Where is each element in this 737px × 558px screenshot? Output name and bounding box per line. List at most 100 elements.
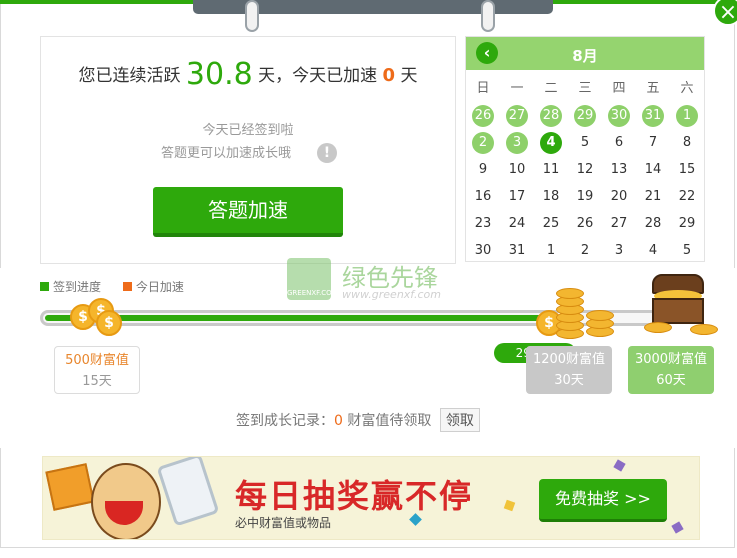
calendar-week-row: 30 31 1 2 3 4 5: [466, 237, 704, 264]
calendar-week-row: 26 27 28 29 30 31 1: [466, 102, 704, 129]
milestone-days: 30天: [554, 373, 584, 388]
legend-progress-swatch: [40, 282, 49, 291]
calendar-day-number: 31: [508, 243, 526, 258]
calendar-day-signed: 28: [534, 102, 568, 129]
weekday-label: 四: [612, 81, 626, 96]
calendar-day-number: 23: [474, 216, 492, 231]
calendar-day-number: 10: [508, 162, 526, 177]
calendar-day-number: 18: [542, 189, 560, 204]
calendar-day-number: 5: [682, 243, 692, 258]
calendar-day-number: 26: [472, 105, 494, 127]
coin-stack-icon: [586, 310, 614, 321]
calendar-day: 13: [602, 156, 636, 183]
calendar-day-number: 12: [576, 162, 594, 177]
calendar-day-signed: 29: [568, 102, 602, 129]
calendar-day-number: 15: [678, 162, 696, 177]
calendar-day: 1: [534, 237, 568, 264]
calendar: ‹ 8月 日一二三四五六 26 27 28 29 30 31 1 2 3 4 5 6 7 8 9 10 11 12 1…: [465, 36, 705, 262]
record-suffix: 财富值待领取: [347, 413, 432, 429]
calendar-day-number: 8: [682, 135, 692, 150]
calendar-day-number: 1: [546, 243, 556, 258]
answer-boost-button[interactable]: 答题加速: [153, 187, 343, 237]
calendar-day-number: 19: [576, 189, 594, 204]
lottery-banner[interactable]: 每日抽奖赢不停 必中财富值或物品 免费抽奖 >>: [42, 456, 700, 540]
claim-button[interactable]: 领取: [439, 408, 480, 432]
calendar-day-number: 31: [642, 105, 664, 127]
calendar-day: 24: [500, 210, 534, 237]
calendar-day-number: 11: [542, 162, 560, 177]
calendar-day: 5: [670, 237, 704, 264]
calendar-day-signed: 1: [670, 102, 704, 129]
confetti-icon: [503, 499, 516, 512]
calendar-day: 25: [534, 210, 568, 237]
active-days-unit: 天，今天已加速: [258, 66, 378, 86]
calendar-day-signed: 26: [466, 102, 500, 129]
calendar-day-number: 27: [506, 105, 528, 127]
calendar-day-number: 1: [676, 105, 698, 127]
calendar-day: 12: [568, 156, 602, 183]
calendar-day-signed: 31: [636, 102, 670, 129]
calendar-day-number: 6: [614, 135, 624, 150]
calendar-day-number: 3: [614, 243, 624, 258]
calendar-day-number: 22: [678, 189, 696, 204]
weekday-label: 六: [680, 81, 694, 96]
calendar-day: 9: [466, 156, 500, 183]
confetti-icon: [613, 459, 626, 472]
info-icon[interactable]: !: [317, 143, 337, 163]
calendar-day-number: 26: [576, 216, 594, 231]
calendar-day: 4: [636, 237, 670, 264]
free-lottery-button[interactable]: 免费抽奖 >>: [539, 479, 667, 522]
banner-title: 每日抽奖赢不停: [235, 477, 474, 515]
calendar-day-number: 4: [648, 243, 658, 258]
calendar-day-number: 13: [610, 162, 628, 177]
coin-stack-icon: [690, 324, 718, 335]
calendar-day-number: 29: [678, 216, 696, 231]
calendar-day: 18: [534, 183, 568, 210]
hanger-clip-right: [481, 0, 495, 32]
milestone-value: 1200财富值: [532, 352, 606, 367]
coin-stack-icon: [556, 288, 584, 299]
growth-record: 签到成长记录：0 财富值待领取 领取: [236, 408, 480, 432]
calendar-day: 29: [670, 210, 704, 237]
answer-hint: 答题更可以加速成长哦: [161, 146, 292, 161]
calendar-day: 30: [466, 237, 500, 264]
activity-panel: 您已连续活跃 30.8 天，今天已加速 0 天 今天已经签到啦 答题更可以加速成…: [40, 36, 456, 264]
legend-progress-label: 签到进度: [53, 280, 102, 294]
calendar-day-signed: 27: [500, 102, 534, 129]
calendar-day: 11: [534, 156, 568, 183]
calendar-week-row: 16 17 18 19 20 21 22: [466, 183, 704, 210]
calendar-day: 3: [602, 237, 636, 264]
active-days-value: 30.8: [185, 57, 253, 92]
calendar-day-number: 21: [644, 189, 662, 204]
weekday-label: 二: [544, 81, 558, 96]
calendar-day-number: 28: [540, 105, 562, 127]
calendar-day: 26: [568, 210, 602, 237]
calendar-day-number: 5: [580, 135, 590, 150]
calendar-day-signed: 2: [466, 129, 500, 156]
watermark-url: www.greenxf.com: [342, 288, 441, 301]
calendar-day: 16: [466, 183, 500, 210]
calendar-day-number: 25: [542, 216, 560, 231]
phone-icon: [156, 457, 220, 527]
record-prefix: 签到成长记录：: [236, 413, 334, 429]
weekday-label: 日: [476, 81, 490, 96]
legend-boost-label: 今日加速: [135, 280, 184, 294]
calendar-day-number: 28: [644, 216, 662, 231]
confetti-icon: [671, 521, 684, 534]
milestone-15-days: 500财富值 15天: [54, 346, 140, 394]
watermark: GREENXF.COM 绿色先锋 www.greenxf.com: [287, 258, 457, 304]
calendar-day: 27: [602, 210, 636, 237]
calendar-day-number: 30: [474, 243, 492, 258]
calendar-day: 22: [670, 183, 704, 210]
milestone-30-days: 1200财富值 30天: [526, 346, 612, 394]
calendar-day: 14: [636, 156, 670, 183]
calendar-day: 20: [602, 183, 636, 210]
calendar-day-number: 2: [580, 243, 590, 258]
calendar-grid: 日一二三四五六 26 27 28 29 30 31 1 2 3 4 5 6 7 8 9 10 11 12 13 14 15…: [466, 75, 704, 264]
calendar-day: 17: [500, 183, 534, 210]
calendar-day: 5: [568, 129, 602, 156]
coin-stack-icon: [644, 322, 672, 333]
calendar-day-number: 16: [474, 189, 492, 204]
hanger-clip-left: [245, 0, 259, 32]
calendar-day: 8: [670, 129, 704, 156]
